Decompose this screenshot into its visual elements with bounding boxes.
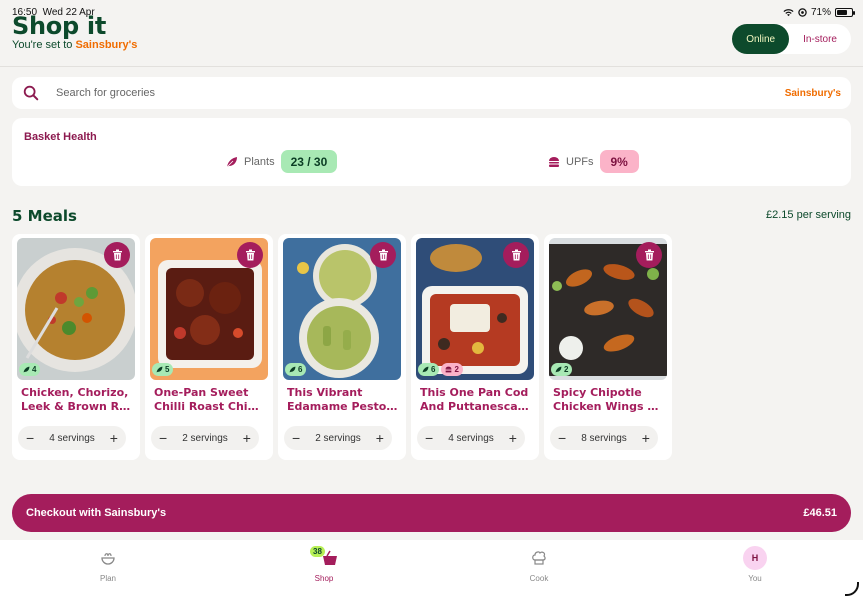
meal-cards: 4 Chicken, Chorizo, Leek & Brown Ri... −…	[12, 234, 672, 460]
search-input[interactable]	[56, 87, 785, 99]
upfs-metric: UPFs 9%	[548, 150, 639, 173]
trash-icon	[644, 249, 654, 261]
increase-servings-button[interactable]: +	[509, 431, 517, 445]
leaf-icon	[156, 366, 163, 373]
remove-meal-button[interactable]	[104, 242, 130, 268]
avatar: H	[743, 546, 767, 570]
wifi-icon	[783, 8, 794, 16]
meal-card[interactable]: 4 Chicken, Chorizo, Leek & Brown Ri... −…	[12, 234, 140, 460]
cart-count-badge: 38	[310, 546, 325, 557]
search-bar[interactable]: Sainsbury's	[12, 77, 851, 109]
plants-label: Plants	[244, 155, 275, 168]
bowl-icon	[101, 553, 115, 565]
servings-stepper[interactable]: − 2 servings +	[151, 426, 259, 450]
increase-servings-button[interactable]: +	[243, 431, 251, 445]
servings-value: 8 servings	[581, 432, 627, 444]
meal-card[interactable]: 6 2 This One Pan Cod And Puttanesca ... …	[411, 234, 539, 460]
meal-title[interactable]: Chicken, Chorizo, Leek & Brown Ri...	[21, 386, 132, 414]
location-icon	[798, 7, 807, 17]
remove-meal-button[interactable]	[237, 242, 263, 268]
servings-value: 4 servings	[448, 432, 494, 444]
servings-stepper[interactable]: − 2 servings +	[284, 426, 392, 450]
tab-shop[interactable]: 38 Shop	[294, 546, 354, 583]
leaf-icon	[422, 366, 429, 373]
meal-title[interactable]: One-Pan Sweet Chilli Roast Chic...	[154, 386, 265, 414]
trash-icon	[511, 249, 521, 261]
plant-count-badge: 6	[418, 363, 440, 376]
tab-plan-label: Plan	[99, 574, 116, 583]
trash-icon	[245, 249, 255, 261]
tab-cook[interactable]: Cook	[509, 546, 569, 583]
checkout-label: Checkout with Sainsbury's	[26, 507, 167, 519]
plants-value-pill: 23 / 30	[280, 150, 338, 173]
tab-you[interactable]: H You	[725, 546, 785, 583]
search-store-logo: Sainsbury's	[784, 87, 841, 99]
leaf-icon	[226, 156, 237, 167]
remove-meal-button[interactable]	[636, 242, 662, 268]
servings-value: 2 servings	[182, 432, 228, 444]
decrease-servings-button[interactable]: −	[26, 431, 34, 445]
chef-hat-icon	[532, 551, 546, 565]
increase-servings-button[interactable]: +	[376, 431, 384, 445]
checkout-button[interactable]: Checkout with Sainsbury's £46.51	[12, 494, 851, 532]
servings-value: 4 servings	[49, 432, 95, 444]
store-subtitle: You're set to Sainsbury's	[12, 39, 138, 51]
servings-value: 2 servings	[315, 432, 361, 444]
tab-you-label: You	[748, 574, 762, 583]
plants-metric: Plants 23 / 30	[226, 150, 338, 173]
meal-card[interactable]: 6 This Vibrant Edamame Pesto ... − 2 ser…	[278, 234, 406, 460]
tab-cook-label: Cook	[529, 574, 549, 583]
meal-title[interactable]: This One Pan Cod And Puttanesca ...	[420, 386, 531, 414]
remove-meal-button[interactable]	[503, 242, 529, 268]
resize-corner-icon	[845, 582, 859, 596]
upfs-label: UPFs	[566, 155, 594, 168]
servings-stepper[interactable]: − 4 servings +	[18, 426, 126, 450]
basket-health-title: Basket Health	[24, 131, 97, 143]
upfs-value-pill: 9%	[599, 150, 639, 173]
increase-servings-button[interactable]: +	[642, 431, 650, 445]
meal-card[interactable]: 2 Spicy Chipotle Chicken Wings w... − 8 …	[544, 234, 672, 460]
checkout-total: £46.51	[803, 507, 837, 519]
decrease-servings-button[interactable]: −	[425, 431, 433, 445]
meals-heading: 5 Meals	[12, 207, 77, 225]
decrease-servings-button[interactable]: −	[558, 431, 566, 445]
decrease-servings-button[interactable]: −	[159, 431, 167, 445]
servings-stepper[interactable]: − 8 servings +	[550, 426, 658, 450]
burger-icon	[549, 156, 559, 167]
leaf-icon	[555, 366, 562, 373]
instore-toggle-button[interactable]: In-store	[789, 24, 851, 54]
plant-count-badge: 5	[152, 363, 174, 376]
shopping-mode-toggle[interactable]: Online In-store	[732, 24, 851, 54]
trash-icon	[378, 249, 388, 261]
remove-meal-button[interactable]	[370, 242, 396, 268]
header: 16:50 Wed 22 Apr 71% Shop it You're set …	[0, 0, 863, 67]
page-title: Shop it	[12, 12, 106, 40]
meal-title[interactable]: This Vibrant Edamame Pesto ...	[287, 386, 398, 414]
store-name: Sainsbury's	[75, 39, 138, 51]
servings-stepper[interactable]: − 4 servings +	[417, 426, 525, 450]
leaf-icon	[23, 366, 30, 373]
plant-count-badge: 4	[19, 363, 41, 376]
battery-icon	[835, 7, 855, 17]
online-toggle-button[interactable]: Online	[732, 24, 790, 54]
upf-count-badge: 2	[441, 363, 463, 376]
tab-plan[interactable]: Plan	[78, 546, 138, 583]
leaf-icon	[289, 366, 296, 373]
burger-icon	[446, 366, 452, 373]
status-bar: 16:50 Wed 22 Apr 71%	[12, 5, 855, 19]
meal-title[interactable]: Spicy Chipotle Chicken Wings w...	[553, 386, 664, 414]
battery-percent: 71%	[810, 6, 831, 18]
search-icon	[23, 85, 39, 101]
decrease-servings-button[interactable]: −	[292, 431, 300, 445]
bottom-tab-bar: Plan 38 Shop Cook H You	[0, 540, 863, 600]
trash-icon	[112, 249, 122, 261]
tab-shop-label: Shop	[314, 574, 334, 583]
meal-card[interactable]: 5 One-Pan Sweet Chilli Roast Chic... − 2…	[145, 234, 273, 460]
increase-servings-button[interactable]: +	[110, 431, 118, 445]
plant-count-badge: 6	[285, 363, 307, 376]
plant-count-badge: 2	[551, 363, 573, 376]
price-per-serving: £2.15 per serving	[766, 209, 851, 221]
basket-health-card[interactable]: Basket Health Plants 23 / 30 UPFs 9%	[12, 118, 851, 186]
